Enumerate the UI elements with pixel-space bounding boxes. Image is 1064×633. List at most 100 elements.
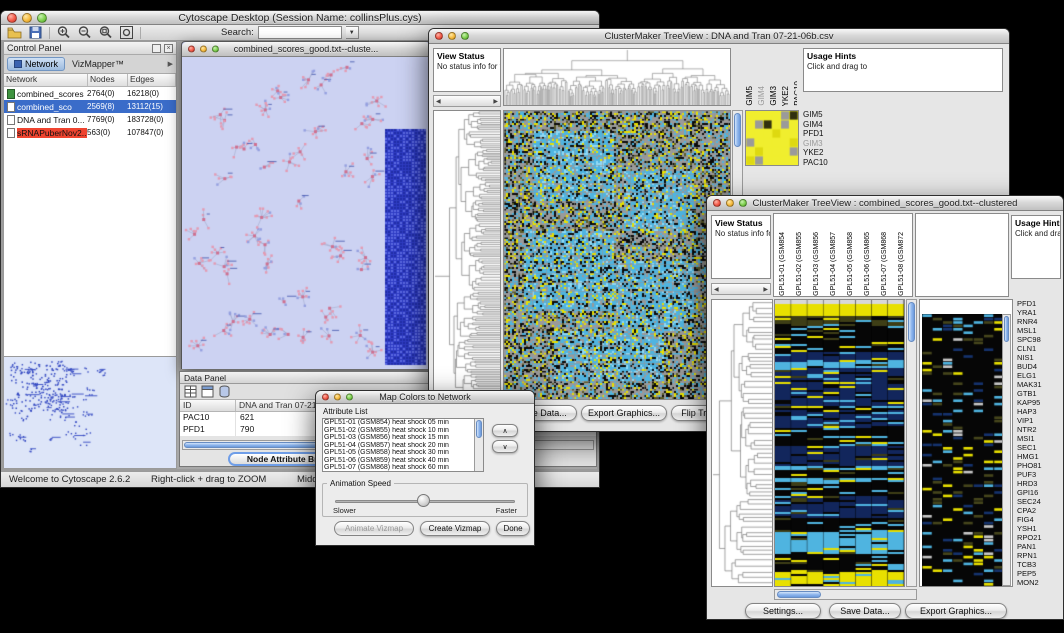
gene-label[interactable]: SPC98 <box>1017 335 1063 344</box>
col-edges[interactable]: Edges <box>128 74 176 86</box>
gene-label[interactable]: YKE2 <box>803 148 847 158</box>
create-vizmap-button[interactable]: Create Vizmap <box>420 521 490 536</box>
network-row[interactable]: combined_sco 2569(8) 13112(15) <box>4 100 176 113</box>
zoom-button[interactable] <box>739 199 747 207</box>
gene-label[interactable]: TCB3 <box>1017 560 1063 569</box>
attribute-item[interactable]: GPL51-03 (GSM856) heat shock 15 min <box>323 434 474 442</box>
close-panel-icon[interactable]: × <box>164 44 173 53</box>
gene-label[interactable]: ELG1 <box>1017 371 1063 380</box>
network-view-canvas[interactable] <box>182 57 430 369</box>
gene-label[interactable]: VIP1 <box>1017 416 1063 425</box>
close-button[interactable] <box>713 199 721 207</box>
minimize-button[interactable] <box>22 13 32 23</box>
speed-slider-thumb[interactable] <box>417 494 430 507</box>
cytoscape-titlebar[interactable]: Cytoscape Desktop (Session Name: collins… <box>1 11 599 25</box>
gene-label[interactable]: HAP3 <box>1017 407 1063 416</box>
export-graphics-button[interactable]: Export Graphics... <box>905 603 1007 619</box>
gene-label[interactable]: MSL1 <box>1017 326 1063 335</box>
mini-matrix-canvas[interactable] <box>746 111 798 165</box>
scroll-right-icon[interactable]: ▶ <box>493 98 498 105</box>
gene-label[interactable]: YSH1 <box>1017 524 1063 533</box>
save-data-button[interactable]: Save Data... <box>829 603 901 619</box>
gene-label[interactable]: RPN1 <box>1017 551 1063 560</box>
gene-label[interactable]: GIM3 <box>803 139 847 149</box>
rotated-array-label[interactable]: GPL51-02 (GSM855 <box>795 232 805 296</box>
animate-vizmap-button[interactable]: Animate Vizmap <box>334 521 414 536</box>
search-input[interactable] <box>258 26 342 39</box>
close-button[interactable] <box>322 394 329 401</box>
gene-label[interactable]: PHO81 <box>1017 461 1063 470</box>
gene-label[interactable]: NIS1 <box>1017 353 1063 362</box>
network-row[interactable]: sRNAPuberNov2... 563(0) 107847(0) <box>4 126 176 139</box>
gene-label[interactable]: NTR2 <box>1017 425 1063 434</box>
zoom-heatmap-canvas[interactable] <box>922 314 1004 586</box>
network-view-titlebar[interactable]: combined_scores_good.txt--cluste... <box>182 42 430 57</box>
col-id[interactable]: ID <box>180 400 236 411</box>
rotated-gene-label[interactable]: GIM3 <box>769 86 779 106</box>
rotated-array-label[interactable]: GPL51-06 (GSM865 <box>863 232 873 296</box>
float-panel-icon[interactable] <box>152 44 161 53</box>
gene-label[interactable]: YRA1 <box>1017 308 1063 317</box>
minimize-button[interactable] <box>448 32 456 40</box>
settings-button[interactable]: Settings... <box>745 603 821 619</box>
gene-label[interactable]: HMG1 <box>1017 452 1063 461</box>
gene-label[interactable]: BUD4 <box>1017 362 1063 371</box>
attribute-list-scrollbar[interactable] <box>474 419 483 471</box>
move-up-button[interactable]: ∧ <box>492 424 518 437</box>
tab-vizmapper[interactable]: VizMapper™ <box>68 58 128 70</box>
gene-label[interactable]: CPA2 <box>1017 506 1063 515</box>
rotated-gene-label[interactable]: PAC10 <box>793 81 797 106</box>
gene-label[interactable]: SEC24 <box>1017 497 1063 506</box>
close-button[interactable] <box>188 46 195 53</box>
gene-label[interactable]: FIG4 <box>1017 515 1063 524</box>
gene-label[interactable]: PAN1 <box>1017 542 1063 551</box>
done-button[interactable]: Done <box>496 521 530 536</box>
zoom-button[interactable] <box>461 32 469 40</box>
col-network[interactable]: Network <box>4 74 88 86</box>
zoom-selected-icon[interactable] <box>98 25 113 40</box>
gene-label[interactable]: GTB1 <box>1017 389 1063 398</box>
gene-label[interactable]: RNR4 <box>1017 317 1063 326</box>
rotated-array-label[interactable]: GPL51-08 (GSM872 <box>897 232 907 296</box>
gene-label[interactable]: PFD1 <box>1017 299 1063 308</box>
treeview-combined-titlebar[interactable]: ClusterMaker TreeView : combined_scores_… <box>707 196 1063 211</box>
col-nodes[interactable]: Nodes <box>88 74 128 86</box>
rotated-array-label[interactable]: GPL51-01 (GSM854 <box>778 232 788 296</box>
database-icon[interactable] <box>218 385 231 398</box>
row-dendrogram-canvas[interactable] <box>434 111 500 399</box>
attribute-item[interactable]: GPL51-06 (GSM859) heat shock 40 min <box>323 457 474 465</box>
gene-label[interactable]: GPI16 <box>1017 488 1063 497</box>
gene-label[interactable]: PEP5 <box>1017 569 1063 578</box>
attribute-item[interactable]: GPL51-04 (GSM857) heat shock 20 min <box>323 442 474 450</box>
close-button[interactable] <box>435 32 443 40</box>
attribute-table-icon[interactable] <box>184 385 197 398</box>
save-icon[interactable] <box>28 25 43 40</box>
gene-label[interactable]: MAK31 <box>1017 380 1063 389</box>
attribute-item[interactable]: GPL51-05 (GSM858) heat shock 30 min <box>323 449 474 457</box>
heatmap-vscrollbar[interactable] <box>906 299 917 587</box>
gene-label[interactable]: CLN1 <box>1017 344 1063 353</box>
minimize-button[interactable] <box>334 394 341 401</box>
heatmap-hscrollbar[interactable] <box>774 589 917 600</box>
open-folder-icon[interactable] <box>7 25 22 40</box>
select-attributes-icon[interactable] <box>201 385 214 398</box>
scroll-left-icon[interactable]: ◀ <box>436 98 441 105</box>
rotated-array-label[interactable]: GPL51-03 (GSM856 <box>812 232 822 296</box>
tab-scroll-right-icon[interactable]: ▶ <box>168 60 173 68</box>
gene-label[interactable]: PAC10 <box>803 158 847 168</box>
rotated-gene-label[interactable]: GIM4 <box>757 86 767 106</box>
scroll-right-icon[interactable]: ▶ <box>763 286 768 293</box>
zoom-button[interactable] <box>212 46 219 53</box>
move-down-button[interactable]: ∨ <box>492 440 518 453</box>
gene-label[interactable]: HRD3 <box>1017 479 1063 488</box>
gene-label[interactable]: MON2 <box>1017 578 1063 587</box>
rotated-array-label[interactable]: GPL51-07 (GSM868 <box>880 232 890 296</box>
gene-label[interactable]: PUF3 <box>1017 470 1063 479</box>
minimize-button[interactable] <box>200 46 207 53</box>
gene-label[interactable]: RPO21 <box>1017 533 1063 542</box>
gene-label[interactable]: MSI1 <box>1017 434 1063 443</box>
zoom-button[interactable] <box>37 13 47 23</box>
zoom-fit-icon[interactable] <box>119 25 134 40</box>
row-dendrogram-canvas[interactable] <box>712 300 772 586</box>
birdseye-canvas[interactable] <box>4 357 176 467</box>
